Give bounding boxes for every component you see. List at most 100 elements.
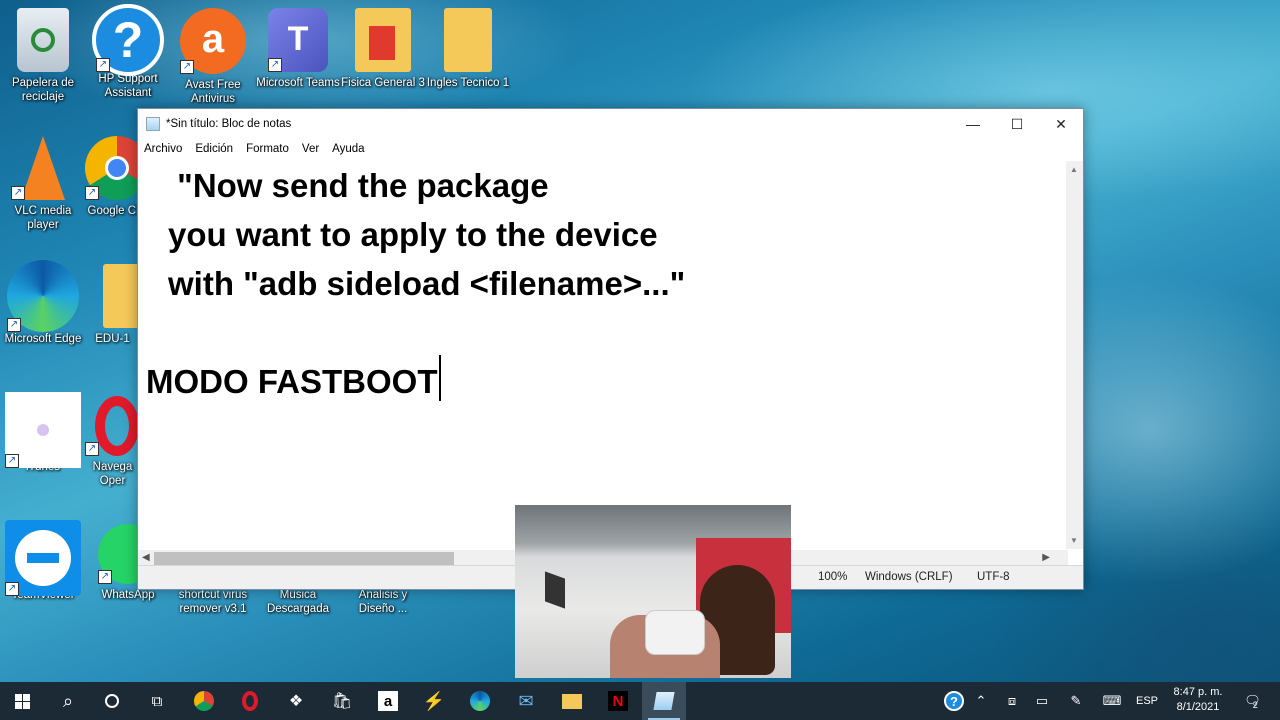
shortcut-arrow-icon: ↗ — [98, 570, 112, 584]
tray-pen[interactable]: ✎ — [1064, 682, 1088, 720]
webcam-overlay — [515, 505, 791, 678]
menu-archivo[interactable]: Archivo — [144, 143, 182, 155]
taskbar-netflix[interactable]: N — [596, 682, 640, 720]
desktop-icon-edge[interactable]: ↗ Microsoft Edge — [0, 260, 86, 346]
taskbar-opera[interactable] — [228, 682, 272, 720]
taskbar-app[interactable]: ⚡ — [412, 682, 456, 720]
text-line: "Now send the package — [168, 167, 549, 204]
desktop-icon-label: Fisica General 3 — [341, 77, 425, 89]
close-button[interactable]: ✕ — [1039, 109, 1083, 139]
task-view-button[interactable]: ⧉ — [135, 682, 179, 720]
menu-ver[interactable]: Ver — [302, 143, 319, 155]
avast-icon: a ↗ — [180, 8, 246, 74]
desktop-icon-opera[interactable]: ↗ Navega Oper — [85, 392, 140, 488]
taskbar-dropbox[interactable]: ❖ — [274, 682, 318, 720]
scroll-left-icon[interactable]: ◀ — [142, 552, 150, 563]
zoom-level: 100% — [818, 571, 848, 583]
tray-battery[interactable]: ▭ — [1030, 682, 1054, 720]
scroll-up-icon[interactable]: ▲ — [1070, 165, 1078, 174]
shortcut-arrow-icon: ↗ — [85, 442, 99, 456]
text-editor-area[interactable]: "Now send the package you want to apply … — [138, 161, 1068, 551]
menu-edicion[interactable]: Edición — [195, 143, 233, 155]
menu-formato[interactable]: Formato — [246, 143, 289, 155]
desktop-icon-label: Ingles Tecnico 1 — [426, 77, 510, 89]
amazon-icon: a — [378, 691, 398, 711]
minimize-button[interactable]: — — [951, 109, 995, 139]
notification-count: 2 — [1252, 700, 1258, 710]
tray-language[interactable]: ESP — [1132, 682, 1162, 720]
clock-date: 8/1/2021 — [1176, 701, 1220, 713]
desktop-icon-label: HP Support Assistant — [98, 73, 158, 99]
desktop-icon-label: Navega Oper — [92, 461, 133, 487]
mail-icon: ✉ — [518, 690, 534, 711]
search-button[interactable]: ⌕ — [46, 682, 90, 720]
taskbar: ⌕ ⧉ ❖ 🛍 a ⚡ ✉ N ? ⌃ ⧈ ▭ ✎ ⌨ ESP 8:47 p. … — [0, 682, 1280, 720]
desktop-icon-label: WhatsApp — [101, 589, 155, 601]
shortcut-arrow-icon: ↗ — [96, 58, 110, 72]
desktop-icon-label: Google Ch — [87, 205, 143, 217]
scroll-right-icon[interactable]: ▶ — [1042, 552, 1050, 563]
scroll-down-icon[interactable]: ▼ — [1070, 536, 1078, 545]
desktop-icon-edu[interactable]: EDU-1 — [85, 264, 140, 346]
tray-clock[interactable]: 8:47 p. m. 8/1/2021 — [1162, 685, 1234, 715]
line-ending: Windows (CRLF) — [865, 571, 953, 583]
webcam-device — [645, 610, 705, 655]
start-button[interactable] — [0, 682, 44, 720]
desktop-icon-label: EDU-1 — [95, 333, 130, 345]
desktop-icon-label: shortcut virus remover v3.1 — [178, 589, 248, 615]
taskbar-chrome[interactable] — [182, 682, 226, 720]
windows-icon — [14, 693, 30, 709]
task-view-icon: ⧉ — [151, 692, 163, 710]
shortcut-arrow-icon: ↗ — [180, 60, 194, 74]
desktop-icon-recycle-bin[interactable]: Papelera de reciclaje — [0, 8, 86, 104]
keyboard-icon: ⌨ — [1102, 693, 1122, 708]
webcam-wall-object — [545, 571, 565, 609]
taskbar-store[interactable]: 🛍 — [320, 682, 364, 720]
cortana-button[interactable] — [90, 682, 134, 720]
folder-icon — [444, 8, 492, 72]
text-line: MODO FASTBOOT — [146, 363, 438, 400]
vertical-scrollbar[interactable]: ▲ ▼ — [1066, 161, 1083, 549]
desktop-icon-ingles[interactable]: Ingles Tecnico 1 — [425, 8, 511, 90]
question-icon: ? ↗ — [92, 4, 164, 76]
window-title: *Sin título: Bloc de notas — [166, 118, 292, 130]
search-icon: ⌕ — [62, 690, 74, 711]
language-label: ESP — [1135, 695, 1158, 707]
taskbar-edge[interactable] — [458, 682, 502, 720]
tray-keyboard[interactable]: ⌨ — [1100, 682, 1124, 720]
desktop-icon-teams[interactable]: T ↗ Microsoft Teams — [255, 8, 341, 90]
folder-icon — [103, 264, 140, 328]
taskbar-amazon[interactable]: a — [366, 682, 410, 720]
desktop-icon-hp-support[interactable]: ? ↗ HP Support Assistant — [85, 4, 171, 100]
desktop-icon-teamviewer[interactable]: ↗ TeamViewer — [0, 520, 86, 602]
tray-help[interactable]: ? — [940, 682, 968, 720]
desktop-icon-avast[interactable]: a ↗ Avast Free Antivirus — [170, 8, 256, 106]
desktop-icon-fisica[interactable]: Fisica General 3 — [340, 8, 426, 90]
help-icon: ? — [944, 691, 964, 711]
desktop-icon-vlc[interactable]: ↗ VLC media player — [0, 136, 86, 232]
tray-sync[interactable]: ⧈ — [1000, 682, 1024, 720]
taskbar-notepad[interactable] — [642, 682, 686, 720]
vlc-icon: ↗ — [11, 136, 75, 200]
edge-icon: ↗ — [7, 260, 79, 332]
sync-icon: ⧈ — [1007, 693, 1017, 708]
taskbar-mail[interactable]: ✉ — [504, 682, 548, 720]
notepad-title-bar[interactable]: *Sin título: Bloc de notas — ☐ ✕ — [138, 109, 1083, 139]
desktop-icon-itunes[interactable]: ↗ iTunes — [0, 392, 86, 474]
dropbox-icon: ❖ — [288, 693, 304, 710]
notepad-icon — [653, 692, 675, 710]
maximize-button[interactable]: ☐ — [995, 109, 1039, 139]
desktop-icon-chrome[interactable]: ↗ Google Ch — [85, 136, 145, 218]
shortcut-arrow-icon: ↗ — [85, 186, 99, 200]
shortcut-arrow-icon: ↗ — [268, 58, 282, 72]
horizontal-scroll-thumb[interactable] — [154, 552, 454, 565]
shortcut-arrow-icon: ↗ — [7, 318, 21, 332]
shortcut-arrow-icon: ↗ — [11, 186, 25, 200]
tray-overflow[interactable]: ⌃ — [970, 682, 992, 720]
chevron-up-icon: ⌃ — [975, 693, 987, 708]
store-icon: 🛍 — [331, 693, 353, 710]
tray-notifications[interactable]: 🗨 2 — [1238, 682, 1264, 720]
pdf-folder-icon — [355, 8, 411, 72]
menu-ayuda[interactable]: Ayuda — [332, 143, 364, 155]
taskbar-file-explorer[interactable] — [550, 682, 594, 720]
